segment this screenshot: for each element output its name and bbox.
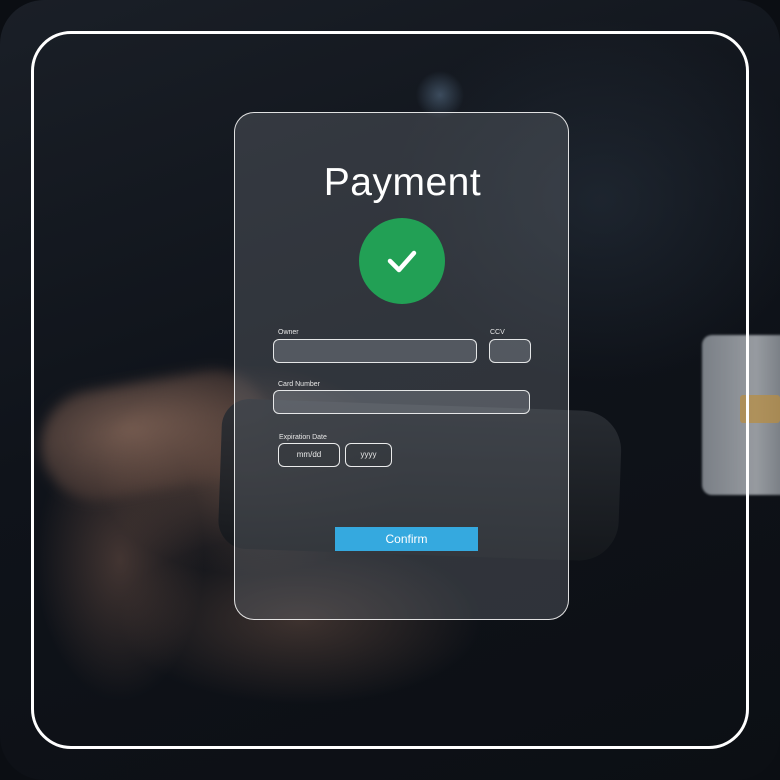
- success-badge: [359, 218, 445, 304]
- payment-title: Payment: [323, 161, 482, 204]
- card-number-field[interactable]: [273, 390, 530, 414]
- background-scene: Payment Owner CCV Card Number Expiration…: [0, 0, 780, 780]
- expiration-month-field[interactable]: mm/dd: [278, 443, 340, 467]
- expiration-year-field[interactable]: yyyy: [345, 443, 392, 467]
- owner-label: Owner: [278, 329, 299, 336]
- owner-field[interactable]: [273, 339, 477, 363]
- confirm-button[interactable]: Confirm: [335, 527, 478, 551]
- card-number-label: Card Number: [278, 381, 321, 388]
- ccv-field[interactable]: [489, 339, 531, 363]
- expiration-date-label: Expiration Date: [279, 434, 327, 441]
- payment-panel: Payment Owner CCV Card Number Expiration…: [234, 112, 569, 620]
- ccv-label: CCV: [490, 329, 505, 336]
- checkmark-icon: [387, 250, 417, 273]
